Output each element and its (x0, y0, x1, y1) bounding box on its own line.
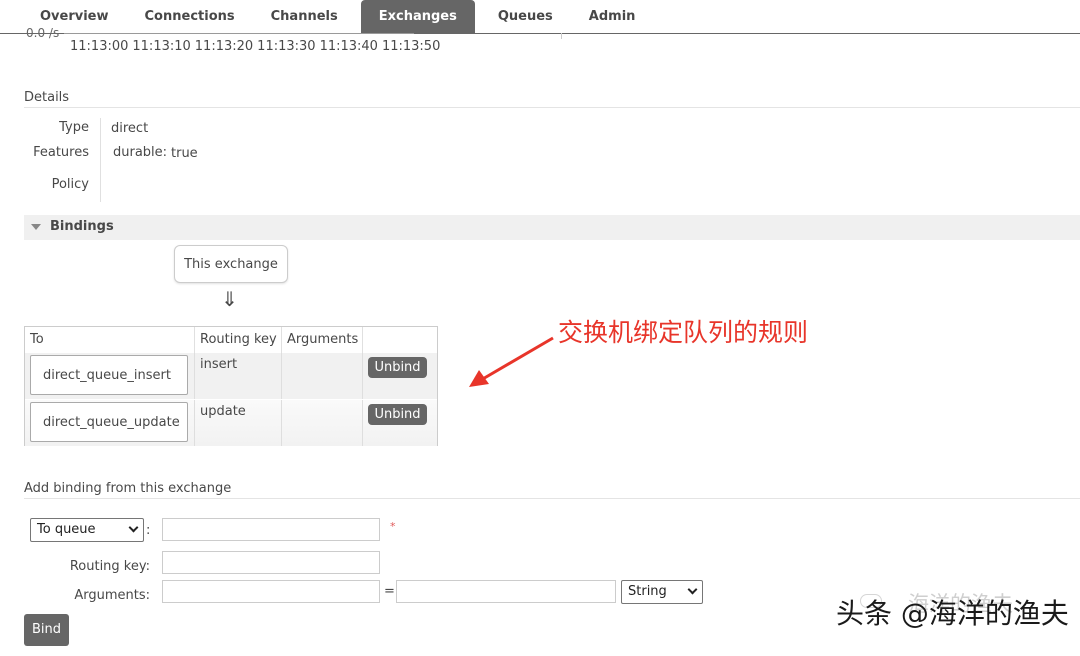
tab-admin[interactable]: Admin (571, 0, 654, 33)
column-header-arguments: Arguments (282, 327, 363, 353)
equals-sign: = (384, 584, 395, 599)
add-binding-divider (24, 498, 1080, 499)
details-column-divider (100, 118, 101, 202)
bind-button[interactable]: Bind (24, 614, 69, 646)
watermark-text: 头条 @海洋的渔夫 (836, 597, 1069, 630)
chart-x-tick: 11:13:30 (257, 39, 316, 54)
features-label: Features (33, 145, 89, 160)
column-header-to: To (25, 327, 195, 353)
type-label: Type (59, 120, 89, 135)
destination-colon: : (146, 523, 151, 538)
argument-value-input[interactable] (396, 580, 616, 603)
table-row: direct_queue_insert insert Unbind (25, 353, 437, 399)
column-header-routing-key: Routing key (195, 327, 282, 353)
routing-key-cell: insert (200, 357, 238, 372)
chart-x-axis: 11:13:00 11:13:10 11:13:20 11:13:30 11:1… (70, 39, 444, 54)
details-heading: Details (24, 90, 70, 105)
chart-x-tick: 11:13:10 (132, 39, 191, 54)
table-row: direct_queue_update update Unbind (25, 400, 437, 446)
queue-link[interactable]: direct_queue_insert (30, 355, 188, 395)
arguments-label: Arguments: (74, 588, 150, 603)
annotation-arrow-icon (469, 336, 554, 387)
features-key: durable: (113, 145, 168, 160)
bindings-table: To Routing key Arguments direct_queue_in… (24, 326, 438, 446)
cell-divider (362, 400, 363, 446)
chart-x-tick: 11:13:50 (381, 39, 441, 54)
down-arrow-icon: ⇓ (221, 287, 238, 311)
destination-type-value: To queue (37, 522, 96, 537)
bindings-heading: Bindings (50, 219, 114, 234)
cell-divider (362, 353, 363, 399)
details-divider (24, 107, 1080, 108)
unbind-button[interactable]: Unbind (368, 404, 427, 425)
source-exchange-box: This exchange (174, 245, 288, 283)
routing-key-label: Routing key: (69, 559, 150, 574)
cell-divider (281, 400, 282, 446)
unbind-button[interactable]: Unbind (368, 357, 427, 378)
add-binding-heading: Add binding from this exchange (24, 481, 232, 496)
required-marker: * (390, 520, 396, 533)
column-header-actions (363, 327, 437, 353)
chart-x-tick: 11:13:20 (194, 39, 254, 54)
bindings-section-header[interactable]: Bindings (24, 215, 1080, 240)
argument-type-value: String (628, 584, 667, 599)
chart-x-tick: 11:13:00 (70, 39, 129, 54)
features-value: true (171, 146, 198, 161)
argument-key-input[interactable] (162, 580, 380, 603)
chart-y-label: 0.0 /s (26, 26, 60, 40)
annotation-text: 交换机绑定队列的规则 (558, 318, 809, 347)
message-rate-chart: 0.0 /s 11:13:00 11:13:10 11:13:20 11:13:… (24, 26, 564, 56)
type-value: direct (111, 121, 149, 136)
routing-key-cell: update (200, 404, 246, 419)
cell-divider (194, 400, 195, 446)
chart-axis-line (64, 33, 414, 34)
chart-divider (561, 33, 562, 39)
chevron-down-icon (687, 584, 698, 595)
destination-type-select[interactable]: To queue (30, 518, 144, 542)
argument-type-select[interactable]: String (621, 580, 703, 604)
routing-key-input[interactable] (162, 551, 380, 574)
policy-label: Policy (51, 177, 89, 192)
chevron-down-icon (128, 522, 139, 533)
chart-x-tick: 11:13:40 (319, 39, 378, 54)
destination-input[interactable] (162, 518, 380, 541)
cell-divider (281, 353, 282, 399)
queue-link[interactable]: direct_queue_update (30, 402, 188, 442)
collapse-triangle-icon[interactable] (31, 224, 41, 230)
cell-divider (194, 353, 195, 399)
